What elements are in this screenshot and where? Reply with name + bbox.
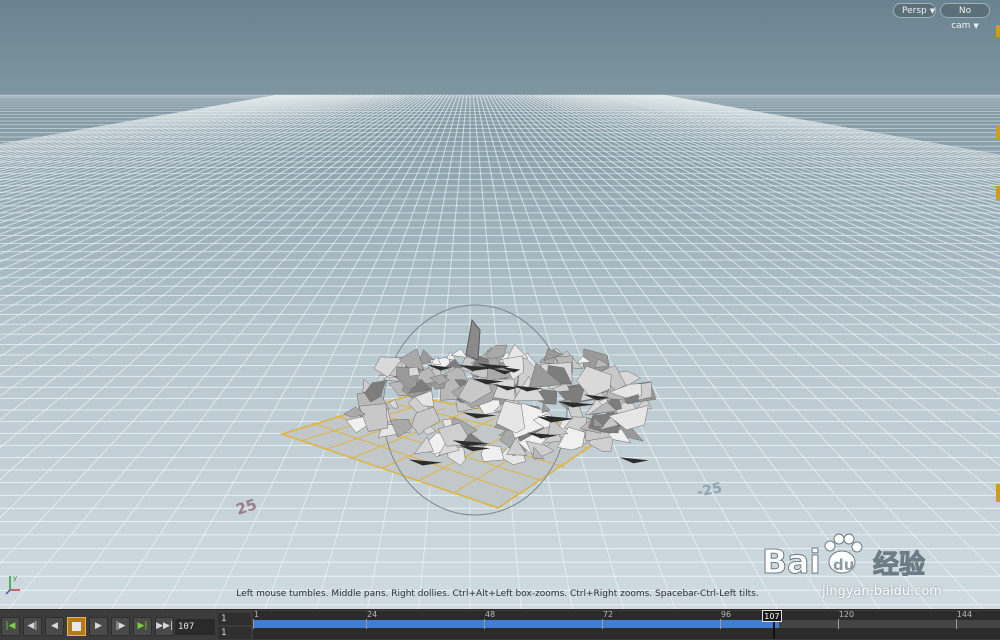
side-marker <box>996 125 1000 139</box>
step-back-key-icon: ◀| <box>27 621 38 631</box>
watermark-url: jingyan.baidu.com <box>822 584 942 599</box>
range-start-field-secondary[interactable]: 1 <box>218 627 251 639</box>
camera-menu-button[interactable]: No cam ▼ <box>940 3 990 31</box>
chevron-down-icon: ▼ <box>973 22 979 30</box>
timeline-tick-mark <box>601 619 603 629</box>
timeline-tick-label: 72 <box>602 610 614 619</box>
play-reverse-button[interactable]: ◀ <box>45 617 64 636</box>
step-forward-button[interactable]: ▶| <box>133 617 152 636</box>
timeline-tick-mark <box>955 619 957 629</box>
side-marker <box>996 484 1000 502</box>
paw-icon: du <box>824 533 863 574</box>
baidu-watermark-logo: Bai du 经验 <box>762 533 926 582</box>
timeline-tick-label: 24 <box>367 610 378 619</box>
svg-text:经验: 经验 <box>873 549 925 580</box>
jump-end-icon: ▶▶| <box>156 621 173 631</box>
step-forward-icon: ▶| <box>137 621 148 631</box>
timeline-tick-mark <box>483 619 485 629</box>
stop-icon <box>72 622 81 631</box>
timeline-slider[interactable]: 1 24 48 72 96 120 144 107 <box>253 610 1000 639</box>
side-marker <box>996 186 1000 200</box>
play-forward-button[interactable]: ▶ <box>89 617 108 636</box>
step-forward-key-icon: |▶ <box>115 621 126 631</box>
svg-text:du: du <box>833 556 854 574</box>
timeline-tick-mark <box>253 619 254 629</box>
timeline-current-frame-marker[interactable]: 107 <box>761 610 782 622</box>
svg-text:y: y <box>13 574 17 582</box>
step-back-key-button[interactable]: ◀| <box>23 617 42 636</box>
timeline-current-line <box>772 621 775 639</box>
timeline-tick-label: 1 <box>254 610 260 619</box>
viewport-scene[interactable]: 25 -25 <box>0 0 1000 609</box>
timeline-tick-label: 144 <box>956 610 973 619</box>
chevron-down-icon: ▼ <box>929 7 936 15</box>
playbar: |◀ ◀| ◀ ▶ |▶ ▶| ▶▶| 107 1 1 1 24 48 72 96 120 144 10… <box>0 609 1000 640</box>
timeline-tick-label: 48 <box>484 610 496 619</box>
perspective-menu-button[interactable]: Persp ▼ <box>893 3 936 18</box>
current-frame-field[interactable]: 107 <box>175 619 215 635</box>
timeline-tick-mark <box>366 619 368 629</box>
timeline-cached-range <box>253 620 779 628</box>
stop-button[interactable] <box>67 617 86 636</box>
svg-text:Bai: Bai <box>762 542 821 581</box>
play-forward-icon: ▶ <box>95 621 102 631</box>
jump-start-button[interactable]: |◀ <box>1 617 20 636</box>
timeline-tick-mark <box>719 619 721 629</box>
range-start-field[interactable]: 1 <box>218 613 251 625</box>
timeline-tick-mark <box>837 619 839 629</box>
side-marker <box>996 25 1000 37</box>
step-forward-key-button[interactable]: |▶ <box>111 617 130 636</box>
jump-end-button[interactable]: ▶▶| <box>155 617 174 636</box>
timeline-tick-label: 120 <box>838 610 855 619</box>
perspective-label: Persp <box>902 6 927 16</box>
3d-viewport[interactable]: 25 -25 Persp ▼ No cam ▼ y Left mouse tum… <box>0 0 1000 609</box>
timeline-tick-label: 96 <box>720 610 732 619</box>
jump-start-icon: |◀ <box>5 621 16 631</box>
play-reverse-icon: ◀ <box>51 621 58 631</box>
